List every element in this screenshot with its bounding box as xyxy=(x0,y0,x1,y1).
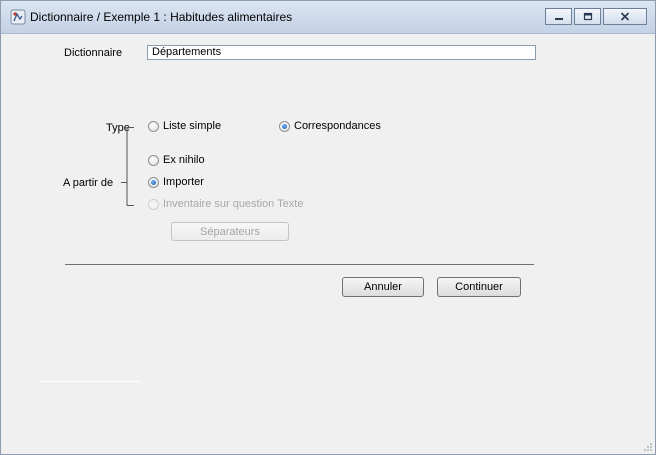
separators-button[interactable]: Séparateurs xyxy=(171,222,289,241)
title-bar[interactable]: Dictionnaire / Exemple 1 : Habitudes ali… xyxy=(1,1,655,34)
maximize-icon xyxy=(583,12,592,21)
dialog-window: Dictionnaire / Exemple 1 : Habitudes ali… xyxy=(0,0,656,455)
close-button[interactable] xyxy=(603,8,647,25)
source-label: A partir de xyxy=(63,177,114,189)
radio-label: Importer xyxy=(163,176,204,188)
dictionary-label: Dictionnaire xyxy=(64,47,123,59)
radio-label: Inventaire sur question Texte xyxy=(163,198,304,210)
radio-importer[interactable]: Importer xyxy=(148,176,204,188)
cancel-button[interactable]: Annuler xyxy=(342,277,424,297)
app-icon xyxy=(10,9,26,25)
minimize-button[interactable] xyxy=(545,8,572,25)
divider-line xyxy=(65,264,534,265)
continue-button[interactable]: Continuer xyxy=(437,277,521,297)
radio-dot xyxy=(148,198,159,210)
radio-label: Ex nihilo xyxy=(163,154,205,166)
maximize-button[interactable] xyxy=(574,8,601,25)
close-icon xyxy=(620,12,630,21)
radio-label: Liste simple xyxy=(163,120,222,132)
radio-dot xyxy=(279,120,290,132)
minimize-icon xyxy=(554,17,563,20)
radio-inventaire-texte[interactable]: Inventaire sur question Texte xyxy=(148,198,303,210)
dialog-content xyxy=(1,34,655,454)
dictionary-name-input[interactable]: Départements xyxy=(147,45,536,60)
radio-correspondances[interactable]: Correspondances xyxy=(279,120,381,132)
radio-liste-simple[interactable]: Liste simple xyxy=(148,120,221,132)
options-bracket xyxy=(121,127,134,206)
radio-dot xyxy=(148,154,159,166)
radio-ex-nihilo[interactable]: Ex nihilo xyxy=(148,154,205,166)
window-title: Dictionnaire / Exemple 1 : Habitudes ali… xyxy=(30,10,293,24)
radio-dot xyxy=(148,176,159,188)
faint-divider xyxy=(40,381,140,382)
resize-grip-icon[interactable] xyxy=(643,442,653,452)
radio-label: Correspondances xyxy=(294,120,381,132)
radio-dot xyxy=(148,120,159,132)
